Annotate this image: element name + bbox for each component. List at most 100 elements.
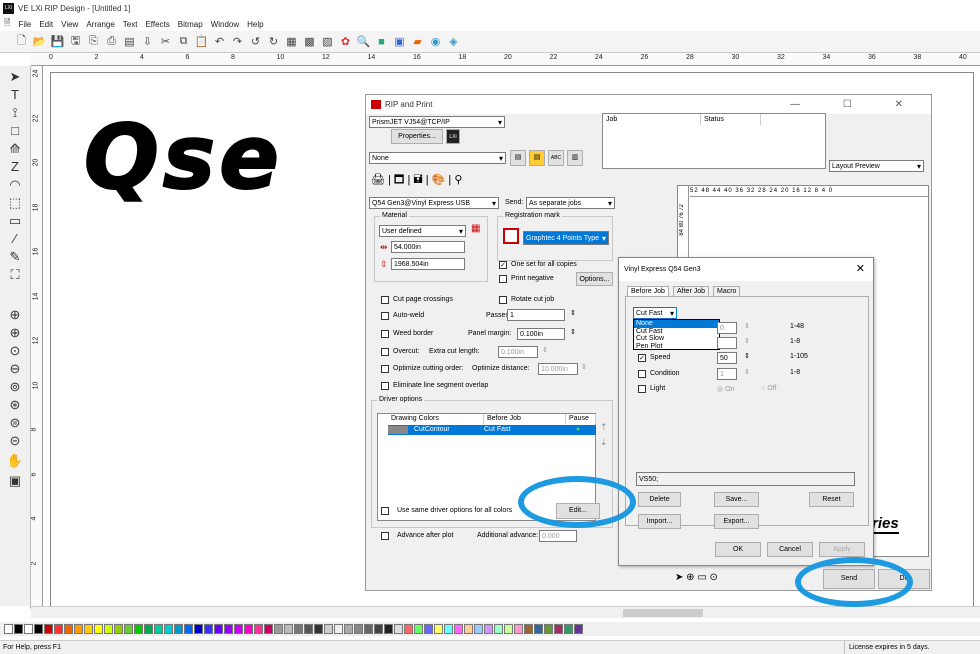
paste-icon[interactable]: 📋 [194,34,209,49]
color-swatch[interactable] [384,624,393,634]
zoom-select-icon[interactable]: ⊛ [6,396,24,413]
weed-border-checkbox[interactable] [381,330,389,338]
move-up-icon[interactable]: ⇡ [600,422,608,433]
scroll-thumb[interactable] [623,609,703,617]
color-swatch[interactable] [194,624,203,634]
overcut-checkbox[interactable] [381,348,389,356]
color-swatch[interactable] [104,624,113,634]
color-icon[interactable]: ✿ [338,34,353,49]
color-swatch[interactable] [254,624,263,634]
color-swatch[interactable] [534,624,543,634]
panel-margin-field[interactable]: 0.100in [517,328,565,340]
new-icon[interactable]: 🗋 [14,34,29,49]
zoom-icon[interactable]: 🔍 [356,34,371,49]
save-icon[interactable]: 💾 [50,34,65,49]
mode-dropdown-list[interactable]: None Cut Fast Cut Slow Pen Plot [633,319,720,350]
color-swatch[interactable] [284,624,293,634]
color-swatch[interactable] [244,624,253,634]
color-swatch[interactable] [214,624,223,634]
weed-icon[interactable]: ▭ [6,212,24,229]
color-swatch[interactable] [74,624,83,634]
color-swatch[interactable] [464,624,473,634]
open-icon[interactable]: 📂 [32,34,47,49]
eye-icon[interactable]: ◉ [428,34,443,49]
menu-help[interactable]: Help [247,20,263,29]
save-profile-icon[interactable]: ▤ [510,150,526,166]
color-swatch[interactable] [494,624,503,634]
color-swatch[interactable] [234,624,243,634]
zoom-all-icon[interactable]: ⊜ [6,414,24,431]
send-mode-select[interactable]: As separate jobs [526,197,615,209]
pause-icon[interactable]: ● [576,425,580,435]
option-none[interactable]: None [634,320,719,328]
additional-advance-field[interactable]: 0.000 [539,530,577,542]
option-pen-plot[interactable]: Pen Plot [634,343,719,351]
width-field[interactable]: 54.000in [391,241,465,253]
print-icon[interactable]: ⎙ [104,34,119,49]
zoom-prev-icon[interactable]: ⊝ [6,432,24,449]
import-icon[interactable]: ⇩ [140,34,155,49]
color-swatch[interactable] [54,624,63,634]
passes-spinner[interactable]: ⇕ [570,309,576,317]
same-driver-checkbox[interactable] [381,507,389,515]
color-swatch[interactable] [144,624,153,634]
image-icon[interactable]: ▣ [392,34,407,49]
options-button[interactable]: Options... [576,272,613,286]
frame-icon[interactable]: ▣ [6,472,24,489]
tab-icons[interactable]: 🖨 | 🗖 | 🖬 | 🎨 | ⚲ [371,171,462,190]
optimize-order-checkbox[interactable] [381,365,389,373]
menu-effects[interactable]: Effects [145,20,169,29]
color-swatch[interactable] [354,624,363,634]
print-negative-checkbox[interactable] [499,275,507,283]
color-swatch[interactable] [114,624,123,634]
cut-page-crossings-checkbox[interactable] [381,296,389,304]
color-swatch[interactable] [324,624,333,634]
cancel-button[interactable]: Cancel [767,542,813,557]
color-swatch[interactable] [224,624,233,634]
undo-icon[interactable]: ↶ [212,34,227,49]
color-swatch[interactable] [274,624,283,634]
text-tool-icon[interactable]: T [6,86,24,103]
optimize-distance-field[interactable]: 10.000in [538,363,578,375]
color-swatch[interactable] [424,624,433,634]
menu-edit[interactable]: Edit [39,20,53,29]
color-swatch[interactable] [524,624,533,634]
menu-bitmap[interactable]: Bitmap [178,20,203,29]
rotate-cut-job-checkbox[interactable] [499,296,507,304]
color-swatch[interactable] [314,624,323,634]
crop-icon[interactable]: ⬚ [6,194,24,211]
redo-list-icon[interactable]: ↻ [266,34,281,49]
tile-setup-icon[interactable]: ▥ [567,150,583,166]
color-swatch[interactable] [174,624,183,634]
color-swatch[interactable] [344,624,353,634]
cut-icon[interactable]: ✂ [158,34,173,49]
optimize-distance-spinner[interactable]: ⇕ [581,363,587,371]
apply-button[interactable]: Apply [819,542,865,557]
color-swatch[interactable] [124,624,133,634]
menu-file[interactable]: File [18,20,31,29]
horizontal-scrollbar[interactable] [31,606,980,618]
color-swatch[interactable] [24,624,33,634]
color-swatch[interactable] [164,624,173,634]
color-swatch[interactable] [84,624,93,634]
speed-field[interactable]: 50 [717,352,737,364]
color-swatch[interactable] [444,624,453,634]
eliminate-overlap-checkbox[interactable] [381,382,389,390]
extra-cut-spinner[interactable]: ⇕ [542,346,548,354]
color-swatch[interactable] [14,624,23,634]
color-swatch[interactable] [504,624,513,634]
layout-icon[interactable]: ▦ [284,34,299,49]
color-swatch[interactable] [544,624,553,634]
envelope-icon[interactable]: ⟰ [6,140,24,157]
length-field[interactable]: 1968.504in [391,258,465,270]
color-swatch[interactable] [574,624,583,634]
send-icon[interactable]: ◈ [446,34,461,49]
zoom-plus-icon[interactable]: ⊕ [6,324,24,341]
shape-tool-icon[interactable]: □ [6,122,24,139]
offset-spinner[interactable]: ⇕ [744,337,750,345]
color-swatch[interactable] [554,624,563,634]
fill-icon[interactable]: ⛶ [6,266,24,283]
driver-row[interactable]: CutContour Cut Fast ● [388,425,596,435]
layout-preview-select[interactable]: Layout Preview [829,160,924,172]
passes-field[interactable]: 1 [507,309,565,321]
